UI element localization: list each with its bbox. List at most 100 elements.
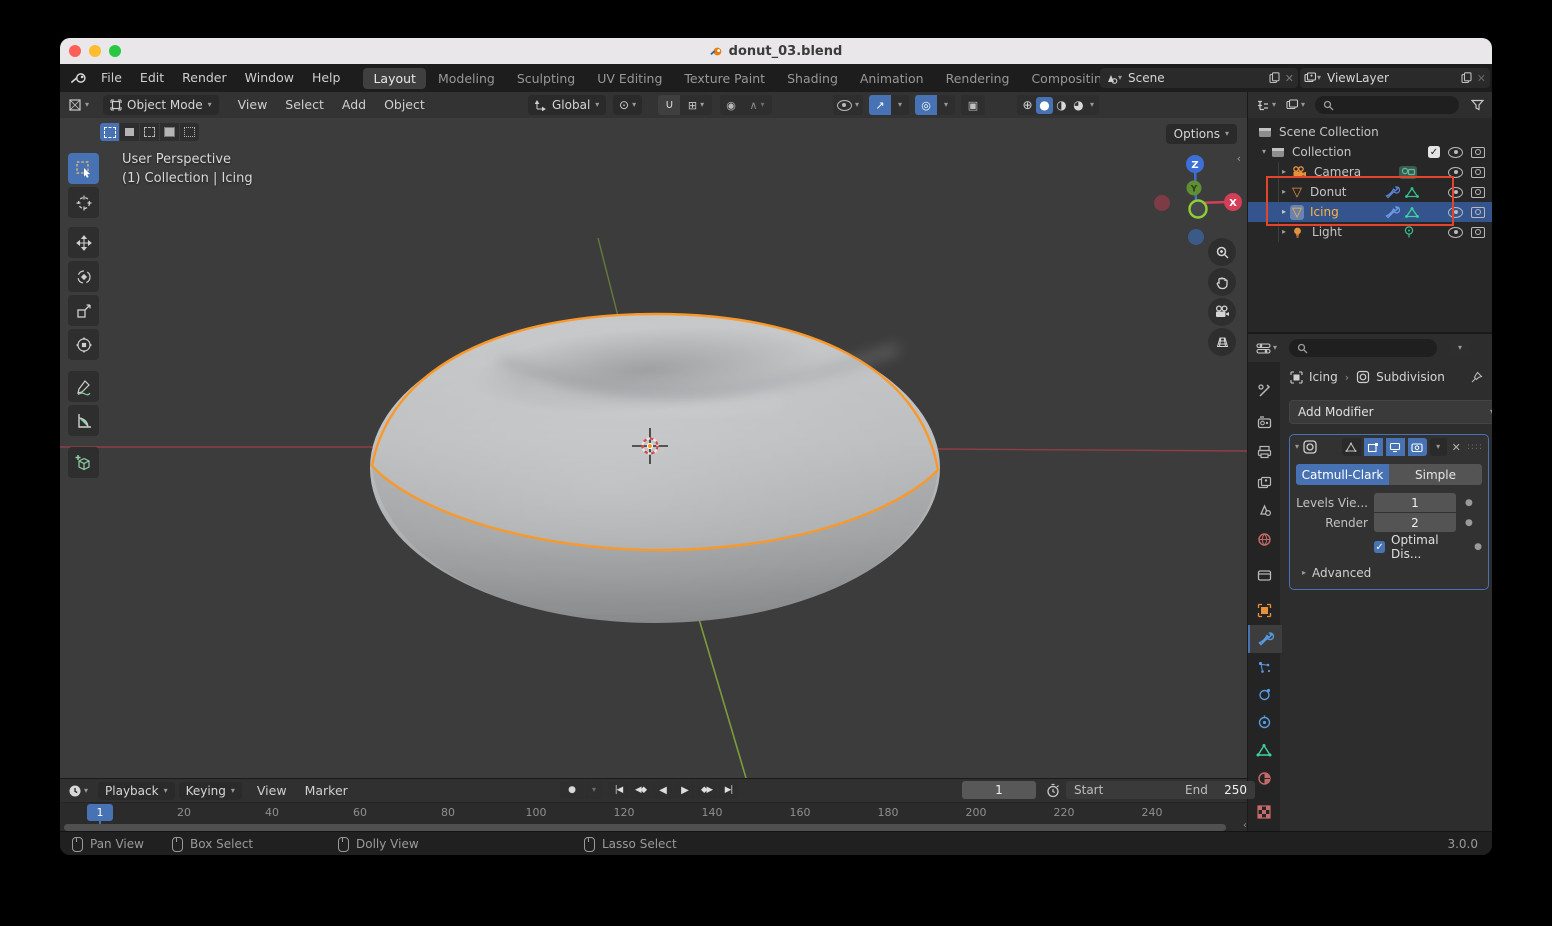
pivot-point[interactable]: ⊙▾ xyxy=(613,95,642,115)
hide-eye-icon[interactable] xyxy=(1448,227,1463,238)
tab-uv-editing[interactable]: UV Editing xyxy=(587,68,672,89)
animate-dot-icon[interactable]: ● xyxy=(1465,498,1473,508)
properties-options-dropdown[interactable]: ▾ xyxy=(1449,339,1471,357)
menu-help[interactable]: Help xyxy=(303,64,350,92)
menu-edit[interactable]: Edit xyxy=(131,64,173,92)
tool-rotate[interactable] xyxy=(68,261,99,292)
zoom-window-button[interactable] xyxy=(109,45,121,57)
play-button[interactable]: ▶ xyxy=(674,781,695,799)
outliner-row-icing[interactable]: ▸ ▽ Icing xyxy=(1248,202,1492,222)
gizmo-toggle[interactable]: ↗ xyxy=(869,95,891,115)
select-mode-subtract[interactable] xyxy=(140,123,159,141)
snap-toggle[interactable]: ∩ xyxy=(658,95,680,115)
tab-particles[interactable] xyxy=(1248,653,1280,681)
toggle-edit-mode-display[interactable] xyxy=(1364,438,1383,456)
jump-to-start-button[interactable]: |◀ xyxy=(608,781,629,799)
tool-measure[interactable] xyxy=(68,405,99,436)
close-window-button[interactable] xyxy=(69,45,81,57)
pin-icon[interactable] xyxy=(1470,371,1483,384)
shading-solid[interactable]: ● xyxy=(1036,97,1053,114)
outliner-row-camera[interactable]: ▸ Camera xyxy=(1248,162,1492,182)
advanced-section-toggle[interactable]: ▸ Advanced xyxy=(1296,565,1482,581)
frame-ruler[interactable]: 1 20 40 60 80 100 120 140 160 180 200 22… xyxy=(60,802,1247,824)
outliner-row-light[interactable]: ▸ Light xyxy=(1248,222,1492,242)
new-viewlayer-icon[interactable] xyxy=(1461,72,1472,84)
start-frame-field[interactable]: Start 1 xyxy=(1066,781,1192,799)
tab-output[interactable] xyxy=(1248,438,1280,466)
next-keyframe-button[interactable]: ◆▶ xyxy=(696,781,717,799)
render-visibility-icon[interactable] xyxy=(1471,147,1485,158)
toggle-realtime-display[interactable] xyxy=(1386,438,1405,456)
tab-modifier-props-active[interactable] xyxy=(1248,625,1282,653)
outliner-row-donut[interactable]: ▸ ▽ Donut xyxy=(1248,182,1492,202)
optimal-display-checkbox[interactable]: ✓ xyxy=(1374,541,1385,553)
tab-sculpting[interactable]: Sculpting xyxy=(507,68,585,89)
tab-physics[interactable] xyxy=(1248,680,1280,708)
timeline-scrollbar[interactable] xyxy=(64,824,1226,831)
zoom-view-button[interactable] xyxy=(1208,238,1236,266)
overlays-dropdown[interactable]: ▾ xyxy=(937,95,955,115)
gizmo-y-neg-axis[interactable] xyxy=(1190,201,1207,218)
editor-type-timeline[interactable]: ▾ xyxy=(68,784,88,798)
camera-data-badge[interactable] xyxy=(1398,165,1418,180)
tab-modeling[interactable]: Modeling xyxy=(428,68,505,89)
tab-world[interactable] xyxy=(1248,525,1280,553)
outliner-row-collection[interactable]: ▾ Collection ✓ xyxy=(1248,142,1492,162)
object-crumb-icon[interactable] xyxy=(1290,371,1303,384)
levels-viewport-field[interactable]: 1 xyxy=(1374,493,1456,512)
editor-type-outliner[interactable]: ▾ xyxy=(1256,99,1276,112)
menu-render[interactable]: Render xyxy=(173,64,236,92)
render-visibility-icon[interactable] xyxy=(1471,167,1485,178)
select-mode-intersect[interactable] xyxy=(180,123,199,141)
tab-shading[interactable]: Shading xyxy=(777,68,848,89)
expand-icon[interactable]: ▸ xyxy=(1282,188,1286,196)
outliner-search[interactable] xyxy=(1315,96,1459,114)
shading-wireframe[interactable]: ⊕ xyxy=(1019,97,1036,114)
menu-view[interactable]: View xyxy=(229,91,277,119)
playback-menu[interactable]: Playback▾ xyxy=(98,782,175,800)
menu-window[interactable]: Window xyxy=(236,64,303,92)
animate-dot-icon[interactable]: ● xyxy=(1474,542,1482,552)
collapse-modifier-icon[interactable]: ▾ xyxy=(1295,443,1299,451)
new-scene-icon[interactable] xyxy=(1269,72,1280,84)
options-button[interactable]: Options▾ xyxy=(1166,124,1237,144)
menu-select[interactable]: Select xyxy=(276,91,333,119)
modifier-wrench-badge[interactable] xyxy=(1385,206,1400,219)
expand-icon[interactable]: ▸ xyxy=(1282,228,1286,236)
light-data-badge[interactable] xyxy=(1402,225,1416,239)
tab-object-data[interactable] xyxy=(1248,736,1280,764)
shading-rendered[interactable]: ◕ xyxy=(1070,97,1087,114)
tab-object-props[interactable] xyxy=(1248,596,1280,624)
collection-checkbox[interactable]: ✓ xyxy=(1428,146,1440,158)
proportional-falloff-dropdown[interactable]: ∧▾ xyxy=(742,95,772,115)
timeline-view-menu[interactable]: View xyxy=(248,779,296,802)
navigation-gizmo[interactable]: Z Y X xyxy=(1148,150,1244,246)
playhead-badge[interactable]: 1 xyxy=(87,804,113,821)
modifier-wrench-badge[interactable] xyxy=(1385,186,1400,199)
auto-keying-dropdown[interactable]: ▾ xyxy=(585,781,603,799)
toggle-orthographic-button[interactable] xyxy=(1208,328,1236,356)
modifier-crumb-icon[interactable] xyxy=(1356,370,1370,384)
mode-selector[interactable]: Object Mode ▾ xyxy=(103,95,219,115)
scrollbar-collapse-icon[interactable]: ‹ xyxy=(1243,820,1247,831)
proportional-edit-toggle[interactable]: ◉ xyxy=(720,95,742,115)
tab-constraints[interactable] xyxy=(1248,708,1280,736)
mesh-data-badge[interactable] xyxy=(1404,206,1420,219)
prev-keyframe-button[interactable]: ◀◆ xyxy=(630,781,651,799)
tab-collection-props[interactable] xyxy=(1248,561,1280,589)
toggle-on-cage[interactable] xyxy=(1342,438,1361,456)
editor-type-3dview[interactable]: ▾ xyxy=(68,98,89,112)
jump-to-end-button[interactable]: ▶| xyxy=(718,781,739,799)
expand-icon[interactable]: ▸ xyxy=(1282,208,1286,216)
viewport[interactable]: User Perspective (1) Collection | Icing xyxy=(60,118,1247,778)
auto-keying-toggle[interactable]: ● xyxy=(560,781,584,799)
tool-transform[interactable] xyxy=(68,329,99,360)
modifier-extras-dropdown[interactable]: ▾ xyxy=(1430,438,1447,456)
current-frame-field[interactable]: 1 xyxy=(962,781,1036,799)
delete-modifier-icon[interactable]: ✕ xyxy=(1452,441,1461,454)
render-visibility-icon[interactable] xyxy=(1471,227,1485,238)
crumb-object-name[interactable]: Icing xyxy=(1309,370,1338,384)
titlebar[interactable]: donut_03.blend xyxy=(60,38,1492,64)
snap-with-dropdown[interactable]: ⊞▾ xyxy=(680,95,712,115)
catmull-clark-button[interactable]: Catmull-Clark xyxy=(1296,464,1389,485)
